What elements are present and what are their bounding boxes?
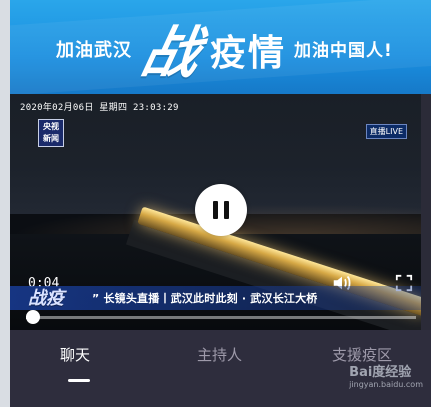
banner-title-2: 疫情 (210, 33, 287, 74)
campaign-banner: 加油武汉 战 疫情 加油中国人! (10, 0, 431, 94)
pause-icon (213, 201, 218, 219)
live-badge: 直播LIVE (365, 124, 407, 139)
progress-knob[interactable] (26, 310, 40, 324)
desktop-strip (0, 0, 10, 407)
channel-logo: 央视 新闻 (38, 119, 64, 147)
tab-chat[interactable]: 聊天 (60, 344, 90, 365)
subtitle-text: ” 长镜头直播丨武汉此时此刻 · 武汉长江大桥 (92, 292, 318, 305)
channel-logo-line2: 新闻 (43, 134, 59, 143)
active-tab-indicator (68, 379, 90, 382)
channel-logo-line1: 央视 (43, 122, 59, 131)
live-player-page: 加油武汉 战 疫情 加油中国人! 2020年02月06日 星期四 23:03:2… (0, 0, 431, 407)
watermark-url: jingyan.baidu.com (349, 380, 423, 389)
pause-button[interactable] (195, 184, 247, 236)
video-player[interactable]: 2020年02月06日 星期四 23:03:29 央视 新闻 直播LIVE 0:… (10, 94, 421, 330)
pause-icon (224, 201, 229, 219)
banner-left-text: 加油武汉 (56, 40, 132, 61)
watermark: Bai度经验 jingyan.baidu.com (349, 361, 423, 389)
tab-host[interactable]: 主持人 (197, 344, 242, 365)
subtitle-tag: 战疫 (28, 288, 64, 309)
broadcast-datetime: 2020年02月06日 星期四 23:03:29 (20, 103, 179, 113)
progress-bar[interactable] (26, 316, 416, 319)
banner-right-text: 加油中国人! (294, 41, 393, 61)
watermark-brand: Bai度经验 (349, 365, 412, 380)
